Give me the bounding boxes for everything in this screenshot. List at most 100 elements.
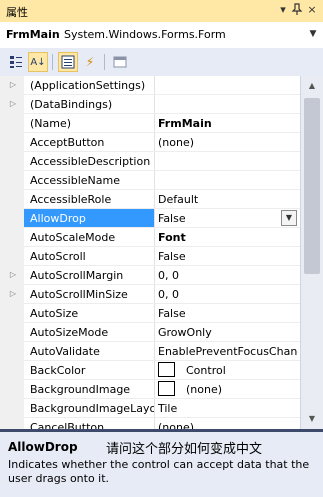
- object-type: System.Windows.Forms.Form: [64, 28, 226, 41]
- column-divider: [154, 361, 155, 380]
- chevron-down-icon[interactable]: ▼: [307, 28, 319, 40]
- property-row[interactable]: AccessibleName: [0, 171, 300, 190]
- description-text: Indicates whether the control can accept…: [8, 458, 310, 485]
- property-value[interactable]: Control: [186, 364, 226, 377]
- dropdown-button[interactable]: ▼: [281, 210, 297, 226]
- property-name: AutoScrollMinSize: [30, 288, 128, 301]
- property-row[interactable]: AutoSizeMode GrowOnly: [0, 323, 300, 342]
- property-name: AccessibleName: [30, 174, 120, 187]
- alphabetical-icon[interactable]: A↓: [28, 52, 48, 72]
- property-toolbar: A↓ ⚡: [0, 48, 323, 77]
- property-row[interactable]: AutoScaleMode Font: [0, 228, 300, 247]
- column-divider: [154, 133, 155, 152]
- property-row[interactable]: ▷ (ApplicationSettings): [0, 76, 300, 95]
- toolbar-separator: [104, 54, 105, 70]
- toolbar-separator: [52, 54, 53, 70]
- property-row[interactable]: ▷ (DataBindings): [0, 95, 300, 114]
- property-row[interactable]: AllowDrop False ▼: [0, 209, 300, 228]
- property-row[interactable]: AccessibleRole Default: [0, 190, 300, 209]
- column-divider: [154, 342, 155, 361]
- property-row[interactable]: BackgroundImage (none): [0, 380, 300, 399]
- property-value[interactable]: 0, 0: [158, 269, 298, 282]
- property-row[interactable]: ▷ AutoScrollMargin 0, 0: [0, 266, 300, 285]
- property-name: AccessibleRole: [30, 193, 112, 206]
- property-value[interactable]: (none): [158, 421, 298, 429]
- categorized-icon[interactable]: [6, 52, 26, 72]
- column-divider: [154, 228, 155, 247]
- expand-icon[interactable]: ▷: [8, 289, 18, 299]
- property-name: (Name): [30, 117, 72, 130]
- column-divider: [154, 266, 155, 285]
- column-divider: [154, 76, 155, 95]
- description-panel: AllowDrop 请问这个部分如何变成中文 Indicates whether…: [0, 429, 323, 497]
- property-value[interactable]: (none): [158, 136, 298, 149]
- column-divider: [154, 209, 155, 228]
- column-divider: [154, 95, 155, 114]
- property-row[interactable]: AutoSize False: [0, 304, 300, 323]
- pin-icon[interactable]: [290, 3, 304, 17]
- column-divider: [154, 418, 155, 429]
- property-name: AllowDrop: [30, 212, 86, 225]
- property-row[interactable]: AcceptButton (none): [0, 133, 300, 152]
- color-swatch: [158, 362, 175, 377]
- events-icon[interactable]: ⚡: [80, 52, 100, 72]
- description-title: AllowDrop: [8, 440, 78, 454]
- column-divider: [154, 247, 155, 266]
- property-row[interactable]: BackgroundImageLayout Tile: [0, 399, 300, 418]
- object-name: FrmMain: [6, 28, 60, 41]
- scroll-down-icon[interactable]: ▼: [303, 411, 321, 427]
- property-row[interactable]: BackColor Control: [0, 361, 300, 380]
- property-name: BackgroundImage: [30, 383, 131, 396]
- property-name: AutoScroll: [30, 250, 86, 263]
- property-value[interactable]: Default: [158, 193, 298, 206]
- column-divider: [154, 114, 155, 133]
- property-name: AutoScrollMargin: [30, 269, 124, 282]
- vertical-scrollbar[interactable]: ▲ ▼: [300, 76, 323, 429]
- object-selector[interactable]: FrmMain System.Windows.Forms.Form ▼: [0, 22, 323, 49]
- property-name: AutoValidate: [30, 345, 100, 358]
- property-name: AutoSizeMode: [30, 326, 109, 339]
- close-icon[interactable]: ×: [305, 3, 319, 17]
- property-row[interactable]: ▷ AutoScrollMinSize 0, 0: [0, 285, 300, 304]
- property-grid: ▷ (ApplicationSettings) ▷ (DataBindings) (Na…: [0, 76, 323, 429]
- property-value[interactable]: FrmMain: [158, 117, 298, 130]
- property-value[interactable]: False: [158, 212, 298, 225]
- scroll-up-icon[interactable]: ▲: [303, 78, 321, 94]
- property-value[interactable]: GrowOnly: [158, 326, 298, 339]
- window-menu-icon[interactable]: ▾: [276, 3, 290, 17]
- property-name: BackgroundImageLayout: [30, 402, 154, 415]
- property-name: (ApplicationSettings): [30, 79, 146, 92]
- property-name: (DataBindings): [30, 98, 113, 111]
- property-name: AutoSize: [30, 307, 79, 320]
- property-value[interactable]: False: [158, 307, 298, 320]
- property-row[interactable]: AutoValidate EnablePreventFocusChang: [0, 342, 300, 361]
- expand-icon[interactable]: ▷: [8, 99, 18, 109]
- property-value[interactable]: Font: [158, 231, 298, 244]
- property-value[interactable]: Tile: [158, 402, 298, 415]
- property-name: CancelButton: [30, 421, 105, 429]
- property-name: AcceptButton: [30, 136, 105, 149]
- property-name: BackColor: [30, 364, 86, 377]
- column-divider: [154, 190, 155, 209]
- expand-icon[interactable]: ▷: [8, 270, 18, 280]
- properties-icon[interactable]: [58, 52, 78, 72]
- property-row[interactable]: CancelButton (none): [0, 418, 300, 429]
- scroll-thumb[interactable]: [304, 98, 320, 274]
- column-divider: [154, 285, 155, 304]
- property-value[interactable]: 0, 0: [158, 288, 298, 301]
- property-value[interactable]: False: [158, 250, 298, 263]
- color-swatch: [158, 381, 175, 396]
- title-bar: 属性 ▾ ×: [0, 0, 323, 23]
- column-divider: [154, 152, 155, 171]
- property-row[interactable]: AutoScroll False: [0, 247, 300, 266]
- column-divider: [154, 304, 155, 323]
- expand-icon[interactable]: ▷: [8, 80, 18, 90]
- property-value[interactable]: (none): [186, 383, 222, 396]
- description-note: 请问这个部分如何变成中文: [106, 442, 263, 457]
- property-row[interactable]: AccessibleDescription: [0, 152, 300, 171]
- property-row[interactable]: (Name) FrmMain: [0, 114, 300, 133]
- column-divider: [154, 399, 155, 418]
- property-value[interactable]: EnablePreventFocusChang: [158, 345, 298, 358]
- property-name: AccessibleDescription: [30, 155, 151, 168]
- property-pages-icon[interactable]: [110, 52, 130, 72]
